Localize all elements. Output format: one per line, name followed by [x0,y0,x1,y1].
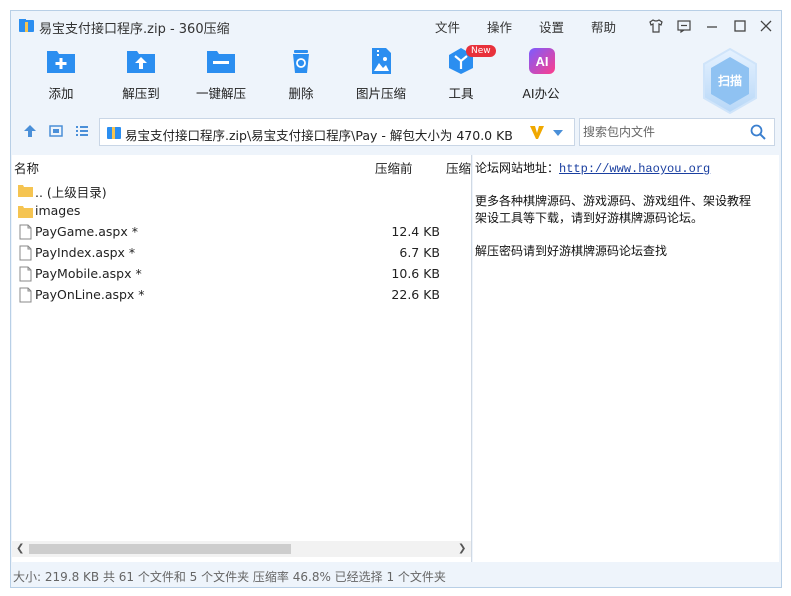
image-compress-icon [372,48,391,74]
minimize-icon[interactable] [703,17,721,35]
file-name: .. (上级目录) [35,185,107,200]
file-name: PayOnLine.aspx * [35,287,145,302]
maximize-icon[interactable] [731,17,749,35]
one-click-extract-label: 一键解压 [195,86,246,101]
menu-file[interactable]: 文件 [435,17,460,36]
recycle-bin-icon [293,50,309,73]
file-size: 12.4 KB [391,224,440,239]
file-row-payonline[interactable]: PayOnLine.aspx * 22.6 KB [12,284,470,305]
add-label: 添加 [48,86,74,101]
tools-label: 工具 [448,86,474,101]
file-size: 22.6 KB [391,287,440,302]
menu-settings[interactable]: 设置 [539,17,564,36]
new-badge: New [466,45,496,57]
add-button[interactable]: 添加 [16,47,106,111]
menu-help[interactable]: 帮助 [591,17,616,36]
file-row-images[interactable]: images [12,200,470,221]
comment-line-forum: 论坛网站地址：http://www.haoyou.org [475,159,710,176]
file-list-panel: 名称 压缩前 压缩 .. (上级目录) images PayGame.aspx … [12,155,472,562]
image-compress-button[interactable]: 图片压缩 [336,47,426,111]
scan-label: 扫描 [718,73,742,88]
extract-to-button[interactable]: 解压到 [96,47,186,111]
comment-line-tools: 架设工具等下载，请到好游棋牌源码论坛。 [475,211,704,225]
forum-address-label: 论坛网站地址： [475,161,560,175]
file-name: images [35,203,81,218]
ai-office-label: AI办公 [522,86,560,101]
search-box[interactable] [579,118,775,146]
thumbnail-view-icon[interactable] [48,123,64,139]
ai-office-button[interactable]: AI AI办公 [496,47,586,111]
search-icon[interactable] [750,124,766,140]
window-title: 易宝支付接口程序.zip - 360压缩 [39,22,230,37]
column-name[interactable]: 名称 [14,158,39,177]
scan-button[interactable]: 扫描 [701,47,759,115]
column-size-before[interactable]: 压缩前 [375,158,413,177]
status-text: 大小: 219.8 KB 共 61 个文件和 5 个文件夹 压缩率 46.8% … [13,570,446,584]
skin-shirt-icon[interactable] [647,17,665,35]
file-size: 10.6 KB [391,266,440,281]
file-name: PayIndex.aspx * [35,245,136,260]
file-name: PayGame.aspx * [35,224,138,239]
tools-button[interactable]: New 工具 [416,45,506,111]
file-row-paymobile[interactable]: PayMobile.aspx * 10.6 KB [12,263,470,284]
file-icon [19,224,32,240]
scroll-left-arrow-icon[interactable]: ❮ [16,543,24,554]
close-icon[interactable] [757,17,775,35]
verify-v-icon[interactable] [528,124,546,140]
file-row-parent[interactable]: .. (上级目录) [12,179,470,200]
ai-office-icon: AI [529,48,555,74]
delete-label: 删除 [288,86,314,101]
main-toolbar: 添加 解压到 一键解压 删除 图片压缩 New 工具 AI AI办公 扫描 [11,41,781,121]
comment-line-password: 解压密码请到好游棋牌源码论坛查找 [475,244,668,258]
scrollbar-thumb[interactable] [29,544,291,554]
search-input[interactable] [581,120,741,144]
forum-link[interactable]: http://www.haoyou.org [559,162,710,176]
delete-button[interactable]: 删除 [256,47,346,111]
menu-operation[interactable]: 操作 [487,17,512,36]
extract-folder-icon [127,51,155,73]
file-icon [19,287,32,303]
title-bar: 易宝支付接口程序.zip - 360压缩 文件 操作 设置 帮助 [11,11,781,41]
list-view-icon[interactable] [74,123,90,139]
archive-app-icon [19,19,34,32]
address-bar[interactable]: 易宝支付接口程序.zip\易宝支付接口程序\Pay - 解包大小为 470.0 … [99,118,575,146]
file-icon [19,245,32,261]
horizontal-scrollbar[interactable]: ❮ ❯ [12,541,471,557]
comment-line-downloads: 更多各种棋牌源码、游戏源码、游戏组件、架设教程 [475,194,752,208]
up-arrow-icon[interactable] [22,123,38,139]
image-compress-label: 图片压缩 [355,86,406,101]
file-size: 6.7 KB [399,245,440,260]
file-row-payindex[interactable]: PayIndex.aspx * 6.7 KB [12,242,470,263]
status-bar: 大小: 219.8 KB 共 61 个文件和 5 个文件夹 压缩率 46.8% … [11,563,781,587]
file-row-paygame[interactable]: PayGame.aspx * 12.4 KB [12,221,470,242]
feedback-icon[interactable] [675,17,693,35]
one-click-extract-button[interactable]: 一键解压 [176,47,266,111]
chevron-down-icon[interactable] [552,129,564,137]
ai-icon-text: AI [536,54,549,69]
folder-icon [18,185,33,197]
scroll-right-arrow-icon[interactable]: ❯ [458,543,466,554]
folder-icon [18,206,33,218]
file-icon [19,266,32,282]
zip-file-icon [107,127,121,139]
archive-path: 易宝支付接口程序.zip\易宝支付接口程序\Pay - 解包大小为 470.0 … [125,128,513,143]
extract-to-label: 解压到 [122,86,160,101]
one-click-extract-icon [207,51,235,73]
app-window: 易宝支付接口程序.zip - 360压缩 文件 操作 设置 帮助 添加 解压到 … [10,10,782,588]
add-folder-icon [47,51,75,73]
file-name: PayMobile.aspx * [35,266,142,281]
column-size-after[interactable]: 压缩 [446,158,471,177]
archive-comment-panel: 论坛网站地址：http://www.haoyou.org 更多各种棋牌源码、游戏… [473,155,779,562]
